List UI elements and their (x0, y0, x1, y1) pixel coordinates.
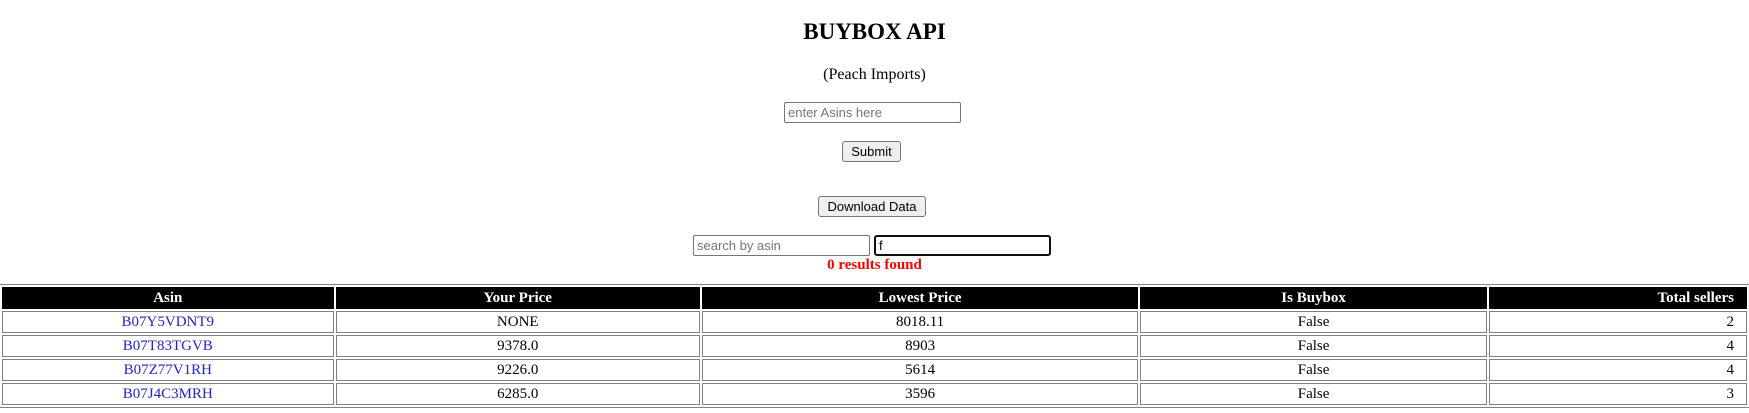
cell-lowest-price: 8018.11 (701, 311, 1139, 333)
column-header-your-price: Your Price (335, 287, 700, 309)
column-header-lowest-price: Lowest Price (701, 287, 1139, 309)
table-row: B07Y5VDNT9 NONE 8018.11 False 2 (2, 311, 1747, 333)
cell-total-sellers: 4 (1488, 335, 1747, 357)
cell-total-sellers: 3 (1488, 383, 1747, 405)
table-header-row: Asin Your Price Lowest Price Is Buybox T… (2, 287, 1747, 309)
cell-total-sellers: 4 (1488, 359, 1747, 381)
column-header-is-buybox: Is Buybox (1140, 287, 1487, 309)
asin-input[interactable] (784, 102, 961, 123)
table-row: B07Z77V1RH 9226.0 5614 False 4 (2, 359, 1747, 381)
cell-is-buybox: False (1140, 335, 1487, 357)
column-header-total-sellers: Total sellers (1488, 287, 1747, 309)
asin-link[interactable]: B07T83TGVB (123, 338, 213, 354)
page-subtitle: (Peach Imports) (823, 66, 926, 83)
search-by-asin-input[interactable] (693, 235, 870, 256)
cell-asin: B07Z77V1RH (2, 359, 334, 381)
column-header-asin: Asin (2, 287, 334, 309)
cell-your-price: 9226.0 (335, 359, 700, 381)
cell-your-price: 9378.0 (335, 335, 700, 357)
cell-is-buybox: False (1140, 359, 1487, 381)
cell-your-price: 6285.0 (335, 383, 700, 405)
cell-lowest-price: 5614 (701, 359, 1139, 381)
cell-is-buybox: False (1140, 383, 1487, 405)
asin-link[interactable]: B07Y5VDNT9 (122, 314, 215, 330)
asin-link[interactable]: B07Z77V1RH (124, 362, 212, 378)
table-row: B07T83TGVB 9378.0 8903 False 4 (2, 335, 1747, 357)
cell-asin: B07Y5VDNT9 (2, 311, 334, 333)
cell-is-buybox: False (1140, 311, 1487, 333)
cell-lowest-price: 8903 (701, 335, 1139, 357)
buybox-table: Asin Your Price Lowest Price Is Buybox T… (0, 284, 1749, 408)
page: BUYBOX API (Peach Imports) Submit Downlo… (0, 0, 1749, 413)
download-data-button[interactable]: Download Data (818, 196, 926, 217)
cell-your-price: NONE (335, 311, 700, 333)
page-title: BUYBOX API (803, 19, 946, 44)
results-count: 0 results found (827, 257, 922, 273)
submit-button[interactable]: Submit (842, 141, 901, 162)
filter-input[interactable] (874, 235, 1051, 256)
table-row: B07J4C3MRH 6285.0 3596 False 3 (2, 383, 1747, 405)
asin-link[interactable]: B07J4C3MRH (123, 386, 213, 402)
cell-lowest-price: 3596 (701, 383, 1139, 405)
cell-total-sellers: 2 (1488, 311, 1747, 333)
cell-asin: B07J4C3MRH (2, 383, 334, 405)
cell-asin: B07T83TGVB (2, 335, 334, 357)
